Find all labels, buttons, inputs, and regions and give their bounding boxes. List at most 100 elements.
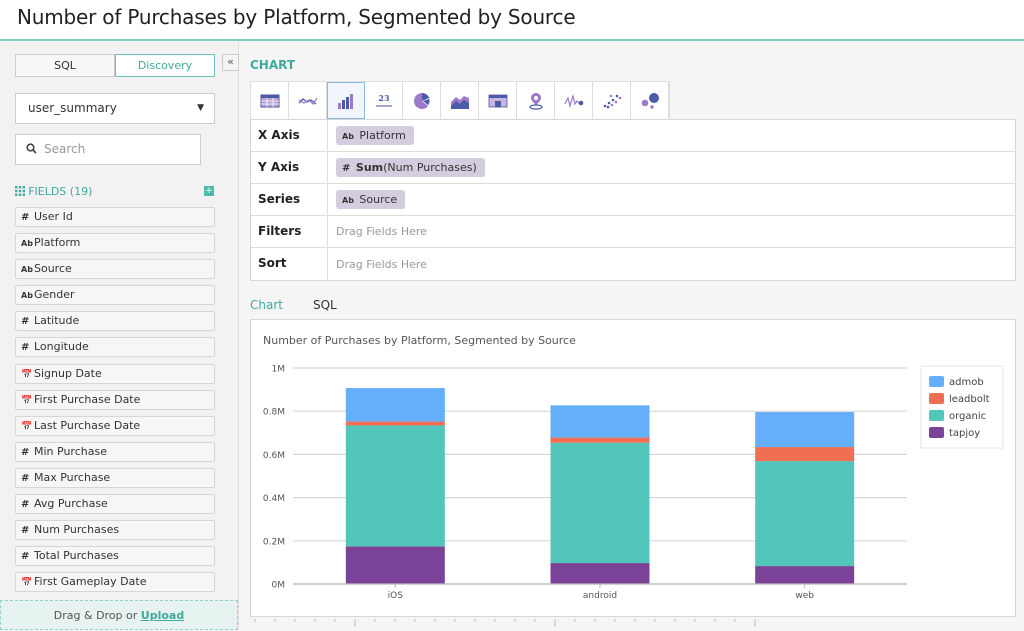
- bar-segment-admob: [550, 405, 650, 438]
- field-item[interactable]: 📅 First Purchase Date: [15, 389, 215, 410]
- bar-segment-organic: [550, 442, 650, 564]
- field-name: Source: [34, 262, 72, 276]
- map-pin-icon: [528, 92, 543, 110]
- x-tick-label: android: [583, 591, 617, 601]
- upload-dropzone[interactable]: Drag & Drop or Upload: [0, 600, 238, 630]
- bar-segment-organic: [345, 425, 445, 547]
- viz-number-button[interactable]: 23: [365, 82, 403, 119]
- calendar-icon: 📅: [21, 369, 33, 380]
- field-item[interactable]: # Longitude: [15, 337, 215, 358]
- viz-bubble-button[interactable]: [631, 82, 669, 119]
- pivot-table-icon: [488, 94, 507, 107]
- stacked-bar-chart: 0M 0.2M 0.4M 0.6M 0.8M 1M iOS android web admob le…: [263, 365, 1004, 601]
- upload-link[interactable]: Upload: [141, 609, 184, 622]
- viz-table-button[interactable]: [251, 82, 289, 119]
- bubble-chart-icon: [641, 92, 659, 109]
- viz-area-button[interactable]: [441, 82, 479, 119]
- series-field-pill[interactable]: Ab Source: [336, 190, 406, 209]
- y-axis-row: Y Axis # Sum(Num Purchases): [251, 152, 1015, 184]
- legend-label: leadbolt: [949, 394, 990, 405]
- field-name: Latitude: [34, 314, 80, 328]
- fields-count: (19): [69, 185, 93, 198]
- x-axis-row: X Axis Ab Platform: [251, 120, 1015, 152]
- tab-discovery[interactable]: Discovery: [115, 54, 215, 77]
- field-item[interactable]: # Total Purchases: [15, 546, 215, 567]
- field-item[interactable]: 📅 Signup Date: [15, 363, 215, 384]
- table-icon: [260, 94, 279, 107]
- x-axis-dropzone[interactable]: Ab Platform: [328, 120, 1015, 151]
- tab-sql-result[interactable]: SQL: [313, 298, 337, 312]
- field-item[interactable]: # User Id: [15, 207, 215, 227]
- field-name: Num Purchases: [34, 523, 120, 537]
- field-name: Platform: [34, 236, 81, 250]
- y-axis-field-pill[interactable]: # Sum(Num Purchases): [336, 158, 485, 177]
- y-axis-dropzone[interactable]: # Sum(Num Purchases): [328, 152, 1015, 183]
- number-type-icon: #: [21, 472, 30, 484]
- viz-map-button[interactable]: [517, 82, 555, 119]
- pill-text: (Num Purchases): [383, 161, 477, 174]
- search-input[interactable]: Search: [15, 134, 201, 165]
- pill-text: Platform: [359, 129, 406, 142]
- filters-row: Filters Drag Fields Here: [251, 216, 1015, 248]
- fields-header: FIELDS (19): [15, 185, 92, 198]
- viz-line-button[interactable]: [289, 82, 327, 119]
- field-item[interactable]: 📅 First Gameplay Date: [15, 572, 215, 593]
- viz-scatter-button[interactable]: [593, 82, 631, 119]
- legend-label: tapjoy: [949, 428, 980, 439]
- tab-sql[interactable]: SQL: [15, 54, 115, 77]
- fields-label: FIELDS: [28, 185, 67, 198]
- result-tabs: Chart SQL: [250, 298, 337, 312]
- dataset-select[interactable]: user_summary ▼: [15, 93, 215, 124]
- y-axis-label: Y Axis: [251, 152, 328, 183]
- viz-pivot-button[interactable]: [479, 82, 517, 119]
- chart-card: Number of Purchases by Platform, Segment…: [250, 319, 1016, 617]
- viz-pie-button[interactable]: [403, 82, 441, 119]
- sort-dropzone[interactable]: Drag Fields Here: [328, 248, 1015, 280]
- number-icon: 23: [375, 93, 392, 107]
- bar-segment-admob: [345, 388, 445, 422]
- chevron-down-icon: ▼: [197, 103, 204, 113]
- field-item[interactable]: # Num Purchases: [15, 520, 215, 541]
- field-item[interactable]: AbPlatform: [15, 233, 215, 254]
- tab-chart[interactable]: Chart: [250, 298, 283, 312]
- series-dropzone[interactable]: Ab Source: [328, 184, 1015, 215]
- field-item[interactable]: AbSource: [15, 259, 215, 280]
- field-item[interactable]: AbGender: [15, 285, 215, 306]
- dataset-value: user_summary: [28, 101, 117, 115]
- add-field-button[interactable]: +: [204, 186, 214, 196]
- x-tick-label: web: [795, 591, 814, 601]
- x-axis-field-pill[interactable]: Ab Platform: [336, 126, 414, 145]
- field-name: User Id: [34, 210, 73, 223]
- legend-swatch-leadbolt: [929, 393, 944, 404]
- field-item[interactable]: # Min Purchase: [15, 441, 215, 462]
- bar-chart-icon: [338, 93, 353, 109]
- bar-segment-tapjoy: [550, 563, 650, 584]
- text-type-icon: Ab: [21, 265, 33, 275]
- chart-section-label: CHART: [250, 58, 296, 72]
- field-item[interactable]: # Max Purchase: [15, 467, 215, 488]
- y-tick-label: 1M: [272, 365, 286, 375]
- field-item[interactable]: # Avg Purchase: [15, 494, 215, 515]
- calendar-icon: 📅: [21, 395, 33, 406]
- text-type-icon: Ab: [342, 132, 354, 141]
- grid-icon: [15, 186, 28, 198]
- bar-segment-admob: [755, 412, 855, 448]
- legend-swatch-tapjoy: [929, 427, 944, 438]
- page-title: Number of Purchases by Platform, Segment…: [17, 5, 576, 29]
- series-label: Series: [251, 184, 328, 215]
- legend-swatch-admob: [929, 376, 944, 387]
- title-bar: Number of Purchases by Platform, Segment…: [0, 0, 1024, 41]
- number-type-icon: #: [21, 499, 30, 511]
- text-type-icon: Ab: [21, 291, 33, 301]
- field-name: Total Purchases: [34, 549, 119, 563]
- scatter-icon: [603, 94, 621, 108]
- number-type-icon: #: [21, 551, 30, 563]
- viz-bar-button[interactable]: [327, 82, 365, 119]
- field-item[interactable]: 📅 Last Purchase Date: [15, 415, 215, 436]
- number-type-icon: #: [21, 342, 30, 354]
- x-tick-label: iOS: [388, 591, 404, 601]
- collapse-sidebar-button[interactable]: «: [222, 54, 239, 71]
- viz-sparkline-button[interactable]: [555, 82, 593, 119]
- filters-dropzone[interactable]: Drag Fields Here: [328, 216, 1015, 247]
- field-item[interactable]: # Latitude: [15, 311, 215, 332]
